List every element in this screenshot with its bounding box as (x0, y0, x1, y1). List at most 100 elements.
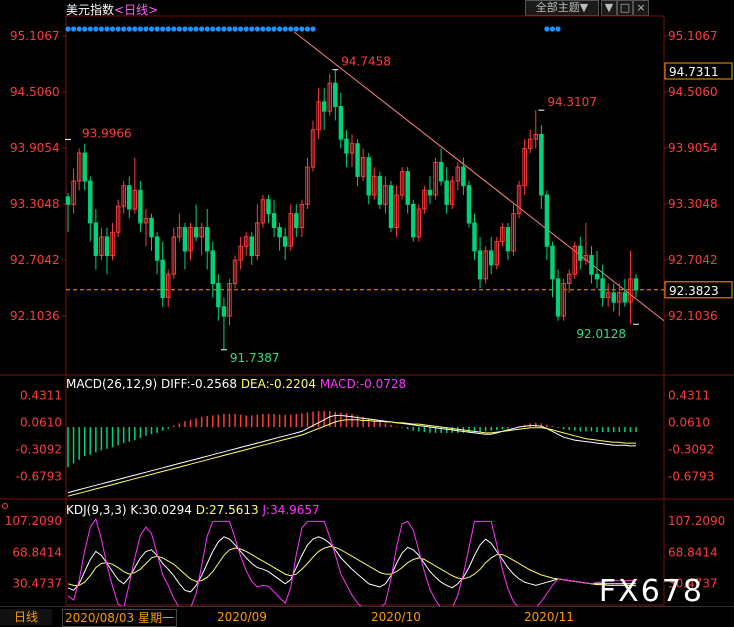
candle-body (544, 194, 550, 247)
candle (360, 148, 366, 182)
event-dot (143, 26, 149, 32)
candle-body (555, 278, 561, 317)
candle (243, 232, 249, 256)
left-price-tick-5: 92.1036 (10, 309, 60, 323)
event-dot (215, 26, 221, 32)
macd-right-tick-3: -0.6793 (668, 469, 714, 483)
candle (633, 274, 639, 298)
candle (444, 167, 449, 214)
kdj-right-tick-0: 107.2090 (668, 514, 725, 528)
event-dot (238, 26, 244, 32)
x-label-sep: 2020/09 (217, 610, 267, 624)
left-price-tick-3: 93.3048 (10, 197, 60, 211)
candle (182, 222, 188, 270)
event-dot (282, 26, 288, 32)
kdj-legend: KDJ(9,3,3) K:30.0294 D:27.5613 J:34.9657 (66, 503, 320, 517)
candle (232, 255, 238, 289)
kdj-d: D:27.5613 (195, 503, 259, 517)
candle (589, 246, 594, 284)
candle-body (611, 292, 616, 303)
candle (500, 222, 505, 247)
candle-body (594, 273, 600, 280)
candle (238, 236, 243, 270)
candle (88, 176, 93, 242)
candle (93, 208, 99, 270)
candle (65, 193, 71, 233)
event-dot (260, 26, 266, 32)
kdj-left-tick-0: 107.2090 (5, 514, 62, 528)
candle (143, 208, 149, 247)
candle (494, 236, 500, 270)
main-panel-border (65, 15, 665, 376)
candle (355, 139, 360, 186)
macd-left-tick-2: -0.3092 (16, 443, 62, 457)
candle-body (488, 250, 494, 266)
candle (533, 110, 538, 149)
candle (138, 181, 143, 233)
candle (333, 69, 338, 121)
event-dot (82, 26, 88, 32)
candle-body (477, 250, 483, 280)
event-dot (104, 26, 110, 32)
macd-left-tick-3: -0.6793 (16, 469, 62, 483)
annotation-left: 93.9966 (82, 126, 132, 140)
event-dot (176, 26, 182, 32)
candle-body (138, 189, 143, 224)
kdj-j-line (67, 517, 637, 606)
x-label-oct: 2020/10 (371, 610, 421, 624)
candle (488, 236, 494, 275)
candle (171, 227, 177, 279)
candle (344, 129, 349, 168)
candle (282, 227, 288, 261)
event-dot (265, 26, 272, 32)
event-dot (154, 26, 160, 32)
event-dot (121, 26, 127, 32)
candle (216, 274, 221, 321)
candle-body (88, 180, 93, 224)
event-dot (160, 26, 166, 32)
candle (483, 246, 488, 284)
candle-body (411, 203, 416, 238)
event-dot (109, 26, 116, 32)
candle-body (321, 101, 327, 112)
candle (578, 236, 583, 270)
event-dot (93, 26, 99, 32)
candle-body (355, 143, 360, 177)
candle (555, 269, 561, 321)
candle (266, 195, 271, 223)
candle (405, 167, 410, 214)
candle-body (388, 185, 394, 229)
event-dot (555, 26, 561, 32)
event-dot (226, 26, 233, 32)
event-dots (65, 26, 561, 32)
event-dot (310, 26, 316, 32)
kdj-k: K:30.0294 (130, 503, 192, 517)
macd-right-tick-2: -0.3092 (668, 443, 714, 457)
candle (76, 148, 82, 191)
panel-marker-icon (2, 503, 8, 509)
candle (188, 222, 193, 261)
event-dot (204, 26, 210, 32)
candle (377, 171, 383, 209)
candle (516, 181, 522, 219)
candle (177, 213, 182, 242)
event-dot (76, 26, 82, 32)
event-dot (277, 26, 283, 32)
candle-body (589, 255, 594, 275)
candle-body (505, 227, 511, 252)
candle (372, 167, 377, 200)
candle (160, 241, 165, 307)
event-dot (549, 26, 556, 32)
macd-panel-border (65, 374, 665, 500)
candle (154, 232, 160, 275)
candle-body (204, 227, 210, 252)
candle (477, 236, 483, 289)
right-price-tick-0: 95.1067 (668, 29, 718, 43)
period-button[interactable]: 日线 (0, 609, 52, 625)
candle-body (338, 106, 344, 140)
right-price-tick-2: 93.9054 (668, 141, 718, 155)
macd-left-tick-0: 0.4311 (20, 389, 62, 403)
candle-body (93, 222, 99, 257)
candle-body (622, 292, 628, 303)
macd-legend: MACD(26,12,9) DIFF:-0.2568 DEA:-0.2204 M… (66, 377, 406, 391)
